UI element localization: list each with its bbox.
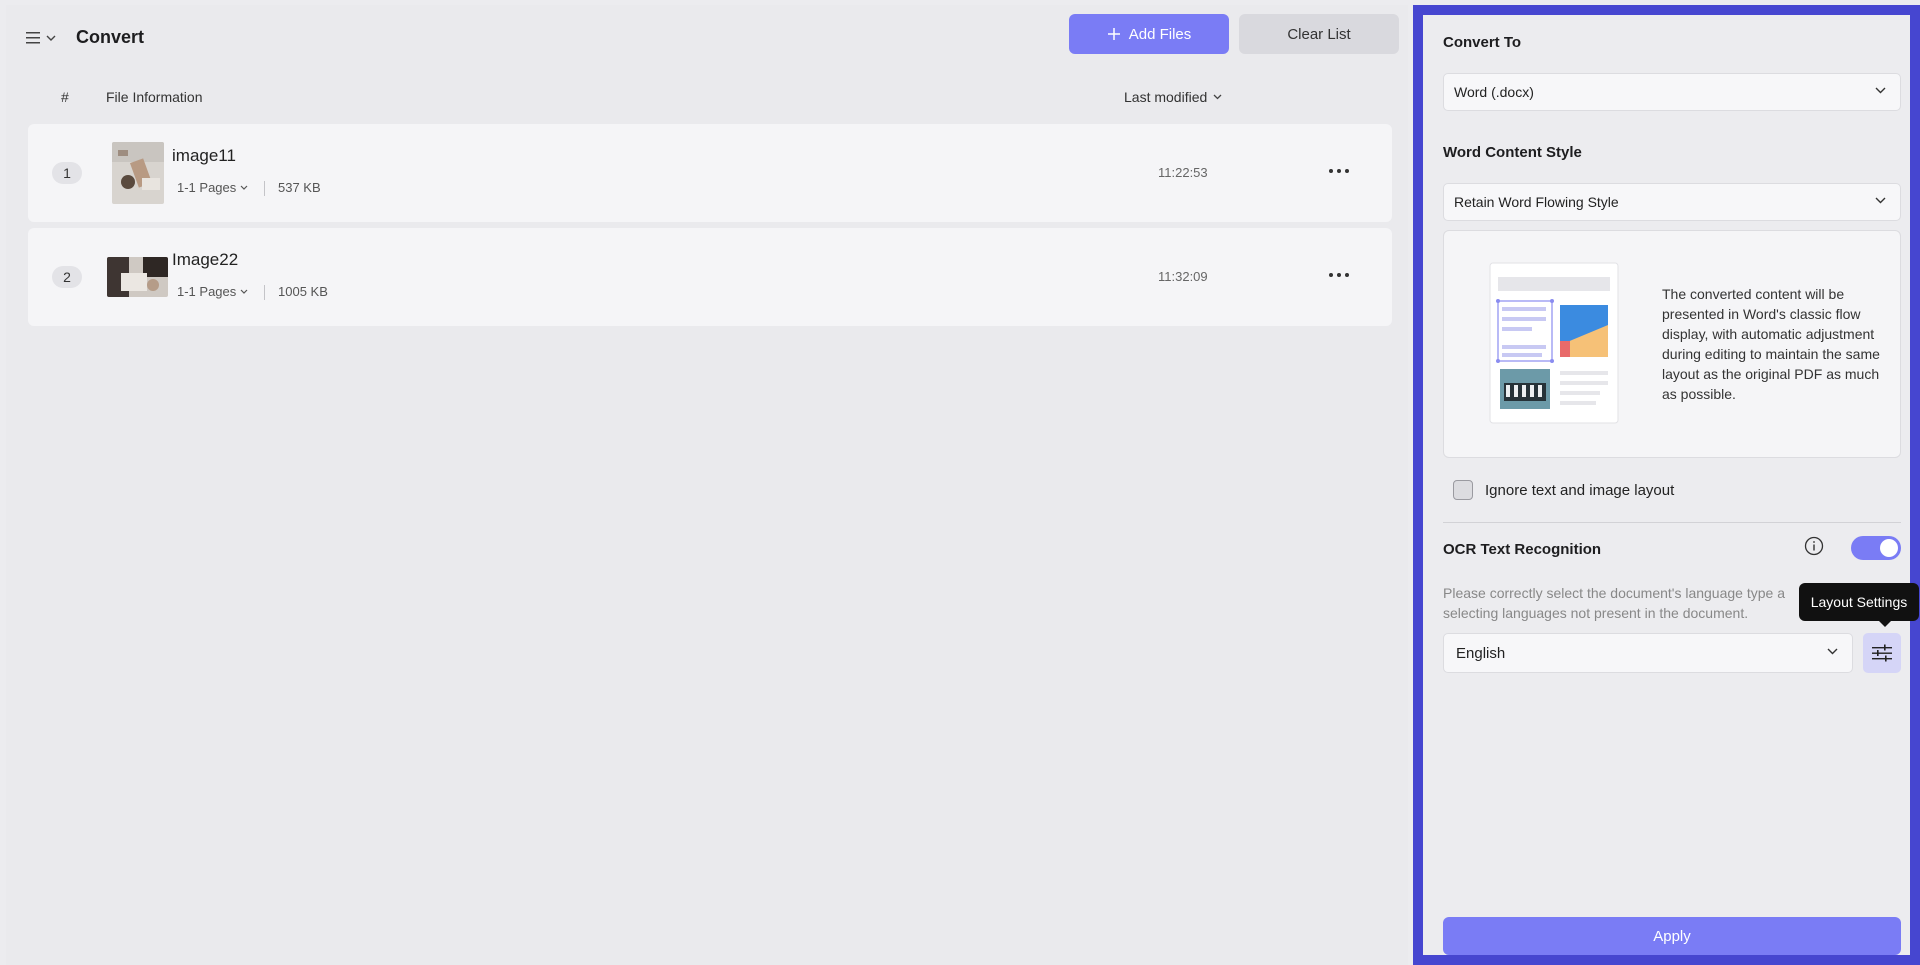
dot-icon xyxy=(1345,273,1349,277)
file-size: 1005 KB xyxy=(278,284,328,299)
section-divider xyxy=(1443,522,1901,523)
ocr-toggle[interactable] xyxy=(1851,536,1901,560)
row-index: 1 xyxy=(52,162,82,184)
layout-settings-button[interactable] xyxy=(1863,633,1901,673)
hamburger-icon xyxy=(26,32,40,44)
ocr-description: Please correctly select the document's l… xyxy=(1443,585,1785,621)
page-title: Convert xyxy=(76,27,145,47)
more-options-button[interactable] xyxy=(1324,162,1354,180)
dot-icon xyxy=(1329,169,1333,173)
file-time: 11:32:09 xyxy=(1158,269,1208,284)
file-row[interactable]: 2 Image22 1-1 Pages 1005 KB 11:32:09 xyxy=(28,228,1392,326)
chevron-down-icon xyxy=(46,35,56,41)
ignore-layout-checkbox[interactable]: Ignore text and image layout xyxy=(1453,480,1674,500)
ocr-label: OCR Text Recognition xyxy=(1443,541,1602,558)
layout-settings-tooltip: Layout Settings xyxy=(1799,583,1919,627)
sliders-icon xyxy=(1872,644,1892,662)
style-preview-card: The converted content will be presented … xyxy=(1443,230,1901,458)
checkbox-box[interactable] xyxy=(1453,480,1473,500)
page-range-label: 1-1 Pages xyxy=(177,180,237,195)
chevron-down-icon xyxy=(1213,94,1222,100)
dot-icon xyxy=(1345,169,1349,173)
add-files-button[interactable]: Add Files xyxy=(1069,14,1229,54)
file-row[interactable]: 1 image11 1-1 Pages 537 KB 11:22:53 xyxy=(28,124,1392,222)
language-value: English xyxy=(1456,644,1506,662)
chevron-down-icon xyxy=(1827,648,1838,655)
file-name[interactable]: Image22 xyxy=(172,250,238,270)
sort-label: Last modified xyxy=(1124,89,1208,105)
file-name[interactable]: image11 xyxy=(172,146,236,166)
plus-icon xyxy=(1107,28,1120,40)
page-range-dropdown[interactable]: 1-1 Pages xyxy=(177,284,248,299)
content-style-select[interactable]: Retain Word Flowing Style xyxy=(1443,183,1901,221)
column-index-header: # xyxy=(61,89,69,105)
document-illustration xyxy=(1489,262,1619,424)
chevron-down-icon xyxy=(240,289,248,294)
add-files-label: Add Files xyxy=(1128,25,1192,43)
chevron-down-icon xyxy=(240,185,248,190)
dot-icon xyxy=(1329,273,1333,277)
chevron-down-icon xyxy=(1875,87,1886,94)
dot-icon xyxy=(1337,273,1341,277)
column-info-header: File Information xyxy=(106,89,203,105)
page-range-label: 1-1 Pages xyxy=(177,284,237,299)
sort-dropdown[interactable]: Last modified xyxy=(1124,89,1222,105)
style-description: The converted content will be presented … xyxy=(1662,286,1880,402)
divider xyxy=(264,181,265,196)
file-time: 11:22:53 xyxy=(1158,165,1208,180)
language-select[interactable]: English xyxy=(1443,633,1853,673)
page-range-dropdown[interactable]: 1-1 Pages xyxy=(177,180,248,195)
file-thumbnail xyxy=(112,142,164,204)
apply-button[interactable]: Apply xyxy=(1443,917,1901,955)
divider xyxy=(264,285,265,300)
content-style-label: Word Content Style xyxy=(1443,144,1582,161)
chevron-down-icon xyxy=(1875,197,1886,204)
row-index: 2 xyxy=(52,266,82,288)
list-header: # File Information Last modified xyxy=(6,89,1408,109)
toolbar: Convert Add Files Clear List xyxy=(6,5,1408,61)
file-list-pane: Convert Add Files Clear List # File Info… xyxy=(6,5,1408,965)
clear-list-button[interactable]: Clear List xyxy=(1239,14,1399,54)
info-icon[interactable] xyxy=(1804,536,1824,556)
content-style-value: Retain Word Flowing Style xyxy=(1454,194,1619,210)
file-size: 537 KB xyxy=(278,180,321,195)
conversion-settings-panel: Convert To Word (.docx) Word Content Sty… xyxy=(1413,5,1920,965)
convert-to-label: Convert To xyxy=(1443,34,1522,51)
ignore-layout-label: Ignore text and image layout xyxy=(1485,481,1675,499)
menu-button[interactable] xyxy=(26,27,64,49)
convert-format-select[interactable]: Word (.docx) xyxy=(1443,73,1901,111)
file-thumbnail xyxy=(107,257,168,297)
dot-icon xyxy=(1337,169,1341,173)
convert-format-value: Word (.docx) xyxy=(1454,84,1534,100)
more-options-button[interactable] xyxy=(1324,266,1354,284)
